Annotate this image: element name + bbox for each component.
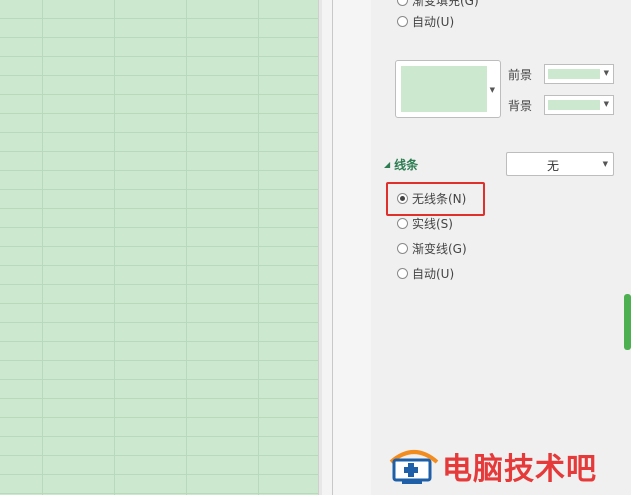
- panel-gutter: [333, 0, 371, 495]
- line-section-title: 线条: [394, 157, 419, 172]
- radio-circle: [397, 242, 408, 254]
- radio-circle: [397, 217, 408, 229]
- gradient-line-radio[interactable]: 渐变线(G): [397, 239, 467, 257]
- radio-circle: [397, 15, 408, 27]
- background-color-fill: [548, 100, 600, 110]
- line-section-header[interactable]: ◢ 线条: [384, 156, 418, 172]
- radio-circle: [397, 0, 408, 6]
- foreground-color-picker[interactable]: ▼: [544, 64, 614, 84]
- chevron-down-icon: ▼: [489, 86, 495, 94]
- background-label: 背景: [508, 99, 533, 113]
- watermark-text: 电脑技术吧: [442, 452, 597, 487]
- chevron-down-icon: ▼: [602, 160, 608, 168]
- auto-line-label: 自动(U): [412, 266, 455, 281]
- fill-gradient-label: 渐变填充(G): [412, 0, 479, 8]
- highlight-box: [386, 182, 485, 216]
- solid-line-label: 实线(S): [412, 216, 453, 231]
- panel-scrollbar-thumb[interactable]: [624, 294, 631, 350]
- line-style-value: 无: [546, 159, 559, 173]
- computer-logo-icon: [389, 450, 439, 484]
- fill-gradient-radio[interactable]: 渐变填充(G): [397, 0, 479, 9]
- spreadsheet-grid[interactable]: [0, 0, 318, 495]
- foreground-label: 前景: [508, 68, 533, 82]
- line-style-dropdown[interactable]: 无 ▼: [506, 152, 614, 176]
- solid-line-radio[interactable]: 实线(S): [397, 214, 453, 232]
- foreground-color-fill: [548, 69, 600, 79]
- fill-auto-radio[interactable]: 自动(U): [397, 12, 454, 30]
- chevron-down-icon: ▼: [603, 100, 609, 108]
- chevron-down-icon: ▼: [603, 69, 609, 77]
- radio-circle: [397, 267, 408, 279]
- background-color-picker[interactable]: ▼: [544, 95, 614, 115]
- pattern-preview-dropdown[interactable]: ▼: [395, 60, 501, 118]
- gradient-line-label: 渐变线(G): [412, 241, 467, 256]
- pane-splitter: [322, 0, 332, 495]
- watermark: 电脑技术吧: [388, 446, 631, 487]
- fill-auto-label: 自动(U): [412, 14, 455, 29]
- pattern-preview-fill: [401, 66, 487, 112]
- collapse-triangle-icon: ◢: [384, 159, 391, 169]
- auto-line-radio[interactable]: 自动(U): [397, 264, 454, 282]
